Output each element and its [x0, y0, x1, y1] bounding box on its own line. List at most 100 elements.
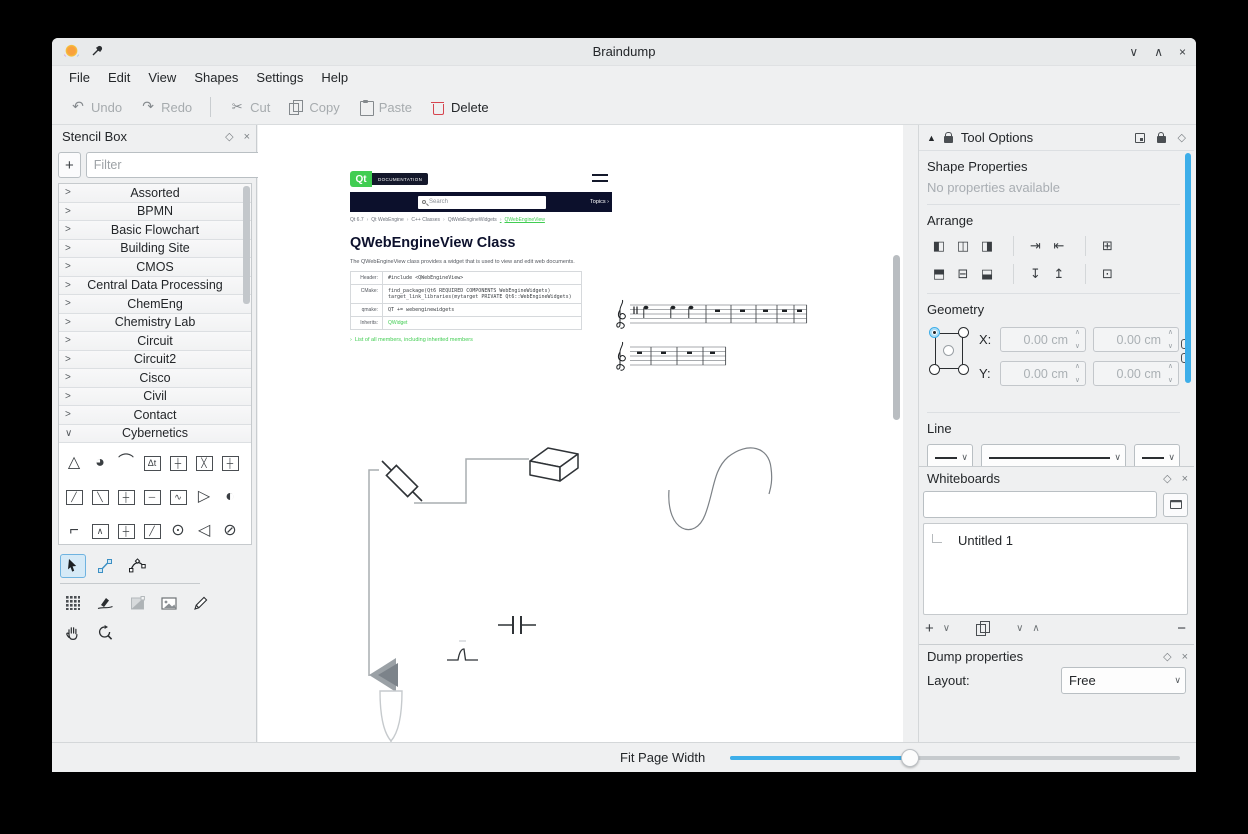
stencil-shape[interactable]: △ [61, 446, 87, 480]
toolbar-button[interactable]: Undo [62, 95, 130, 119]
edit-path-tool[interactable] [124, 554, 150, 578]
window-control-button[interactable]: × [1179, 46, 1186, 58]
arrange-button[interactable]: ⇤ [1047, 236, 1071, 256]
stencil-shape[interactable]: ⌒ [113, 446, 139, 480]
stencil-shape[interactable]: ⌐ [61, 514, 87, 545]
menu-item[interactable]: File [60, 67, 99, 89]
pattern-edit-tool[interactable] [60, 591, 86, 615]
stencil-shape[interactable]: ┼ [113, 480, 139, 514]
window-control-button[interactable]: ∧ [1154, 46, 1163, 58]
whiteboard-list-item[interactable]: Untitled 1 [924, 530, 1187, 550]
stencil-category[interactable]: > Chemistry Lab [59, 314, 251, 333]
y-position-spinbox[interactable]: 0.00 cm [1000, 361, 1086, 386]
add-whiteboard-dropdown[interactable]: ∨ [943, 623, 950, 634]
anchor-point-selector[interactable] [927, 325, 971, 377]
whiteboard-view-button[interactable] [1163, 493, 1188, 517]
stencil-category[interactable]: > Central Data Processing [59, 277, 251, 296]
pan-tool[interactable] [60, 621, 86, 645]
lock-panel-icon[interactable] [1157, 136, 1166, 143]
stencil-shape[interactable]: ╲ [87, 480, 113, 514]
arrange-button[interactable]: ⊡ [1085, 264, 1119, 284]
anchor-bottom-left[interactable] [929, 364, 940, 375]
menu-item[interactable]: Settings [247, 67, 312, 89]
height-spinbox[interactable]: 0.00 cm [1093, 361, 1179, 386]
lock-icon[interactable] [944, 136, 953, 143]
float-panel-icon[interactable]: ◇ [225, 125, 233, 149]
menu-item[interactable]: View [139, 67, 185, 89]
toolbar-button[interactable]: Cut [221, 95, 278, 119]
stencil-category[interactable]: > BPMN [59, 203, 251, 222]
close-panel-icon[interactable]: × [244, 125, 250, 149]
layout-dropdown[interactable]: Free [1061, 667, 1186, 694]
anchor-top-left[interactable] [929, 327, 940, 338]
zoom-tool[interactable] [92, 621, 118, 645]
arrange-button[interactable]: ◫ [951, 236, 975, 256]
stencil-shape[interactable]: ┼ [165, 446, 191, 480]
remove-whiteboard-button[interactable]: − [1177, 620, 1186, 637]
toolbar-button[interactable]: Delete [422, 95, 497, 119]
stencil-shape[interactable]: ◐ [217, 480, 243, 514]
music-staff-shape-1[interactable] [614, 297, 809, 331]
duplicate-whiteboard-icon[interactable] [976, 621, 990, 636]
move-down-button[interactable]: ∨ [1016, 623, 1023, 634]
stencil-category[interactable]: > Circuit [59, 332, 251, 351]
stencil-category[interactable]: > Civil [59, 388, 251, 407]
toolbar-button[interactable]: Paste [350, 95, 420, 119]
line-style-dropdown[interactable] [981, 444, 1126, 467]
window-control-button[interactable]: ∨ [1129, 46, 1138, 58]
stencil-shape[interactable]: ∧ [87, 514, 113, 545]
stencil-shape[interactable]: ⊙ [165, 514, 191, 545]
close-panel-icon[interactable]: × [1182, 467, 1188, 491]
stencil-shape[interactable]: ╳ [191, 446, 217, 480]
stencil-category[interactable]: > Assorted [59, 184, 251, 203]
line-start-marker-dropdown[interactable] [927, 444, 973, 467]
arrange-button[interactable]: ⊞ [1085, 236, 1119, 256]
anchor-center[interactable] [943, 345, 954, 356]
pencil-tool[interactable] [188, 591, 214, 615]
calligraphy-tool[interactable] [92, 591, 118, 615]
arrange-button[interactable]: ⇥ [1013, 236, 1047, 256]
menu-item[interactable]: Help [312, 67, 357, 89]
width-spinbox[interactable]: 0.00 cm [1093, 327, 1179, 352]
arrange-button[interactable]: ◧ [927, 236, 951, 256]
stencil-filter-input[interactable] [86, 152, 263, 178]
stencil-category[interactable]: ∨ Cybernetics [59, 425, 251, 444]
gradient-edit-tool[interactable] [124, 591, 150, 615]
stencil-shape[interactable]: ─ [139, 480, 165, 514]
float-panel-icon[interactable]: ◇ [1178, 131, 1186, 144]
stencil-category[interactable]: > ChemEng [59, 295, 251, 314]
stencil-shape[interactable]: ⊘ [217, 514, 243, 545]
canvas-vertical-scrollbar[interactable] [893, 255, 900, 420]
stencil-category[interactable]: > Building Site [59, 240, 251, 259]
toolbar-button[interactable]: Copy [280, 95, 347, 119]
zoom-mode-label[interactable]: Fit Page Width [620, 743, 705, 772]
arrange-button[interactable]: ⬓ [975, 264, 999, 284]
line-end-marker-dropdown[interactable] [1134, 444, 1180, 467]
arrange-button[interactable]: ⊟ [951, 264, 975, 284]
menu-item[interactable]: Edit [99, 67, 139, 89]
stencil-category[interactable]: > Basic Flowchart [59, 221, 251, 240]
stencil-shape[interactable]: ▷ [191, 480, 217, 514]
toolbar-button[interactable]: Redo [132, 95, 200, 119]
arrange-button[interactable]: ↥ [1047, 264, 1071, 284]
whiteboard-name-input[interactable] [923, 491, 1157, 518]
arrange-button[interactable]: ↧ [1013, 264, 1047, 284]
arrange-button[interactable]: ⬒ [927, 264, 951, 284]
music-staff-shape-2[interactable] [614, 339, 729, 373]
stencil-shape[interactable]: ╱ [139, 514, 165, 545]
stencil-shape[interactable]: ╱ [61, 480, 87, 514]
move-up-button[interactable]: ∧ [1032, 623, 1039, 634]
image-edit-tool[interactable] [156, 591, 182, 615]
connect-shapes-tool[interactable] [92, 554, 118, 578]
detach-panel-icon[interactable] [1135, 133, 1145, 143]
whiteboard-canvas[interactable]: Qt DOCUMENTATION Search Topics Qt 6.7Qt … [258, 125, 903, 742]
stencil-category[interactable]: > CMOS [59, 258, 251, 277]
close-panel-icon[interactable]: × [1182, 645, 1188, 669]
float-panel-icon[interactable]: ◇ [1163, 467, 1171, 491]
stencil-shape[interactable]: ◁ [191, 514, 217, 545]
arrange-button[interactable]: ◨ [975, 236, 999, 256]
stencil-category[interactable]: > Contact [59, 406, 251, 425]
float-panel-icon[interactable]: ◇ [1163, 645, 1171, 669]
stencil-shape[interactable]: ∿ [165, 480, 191, 514]
stencil-shape[interactable]: ┼ [113, 514, 139, 545]
